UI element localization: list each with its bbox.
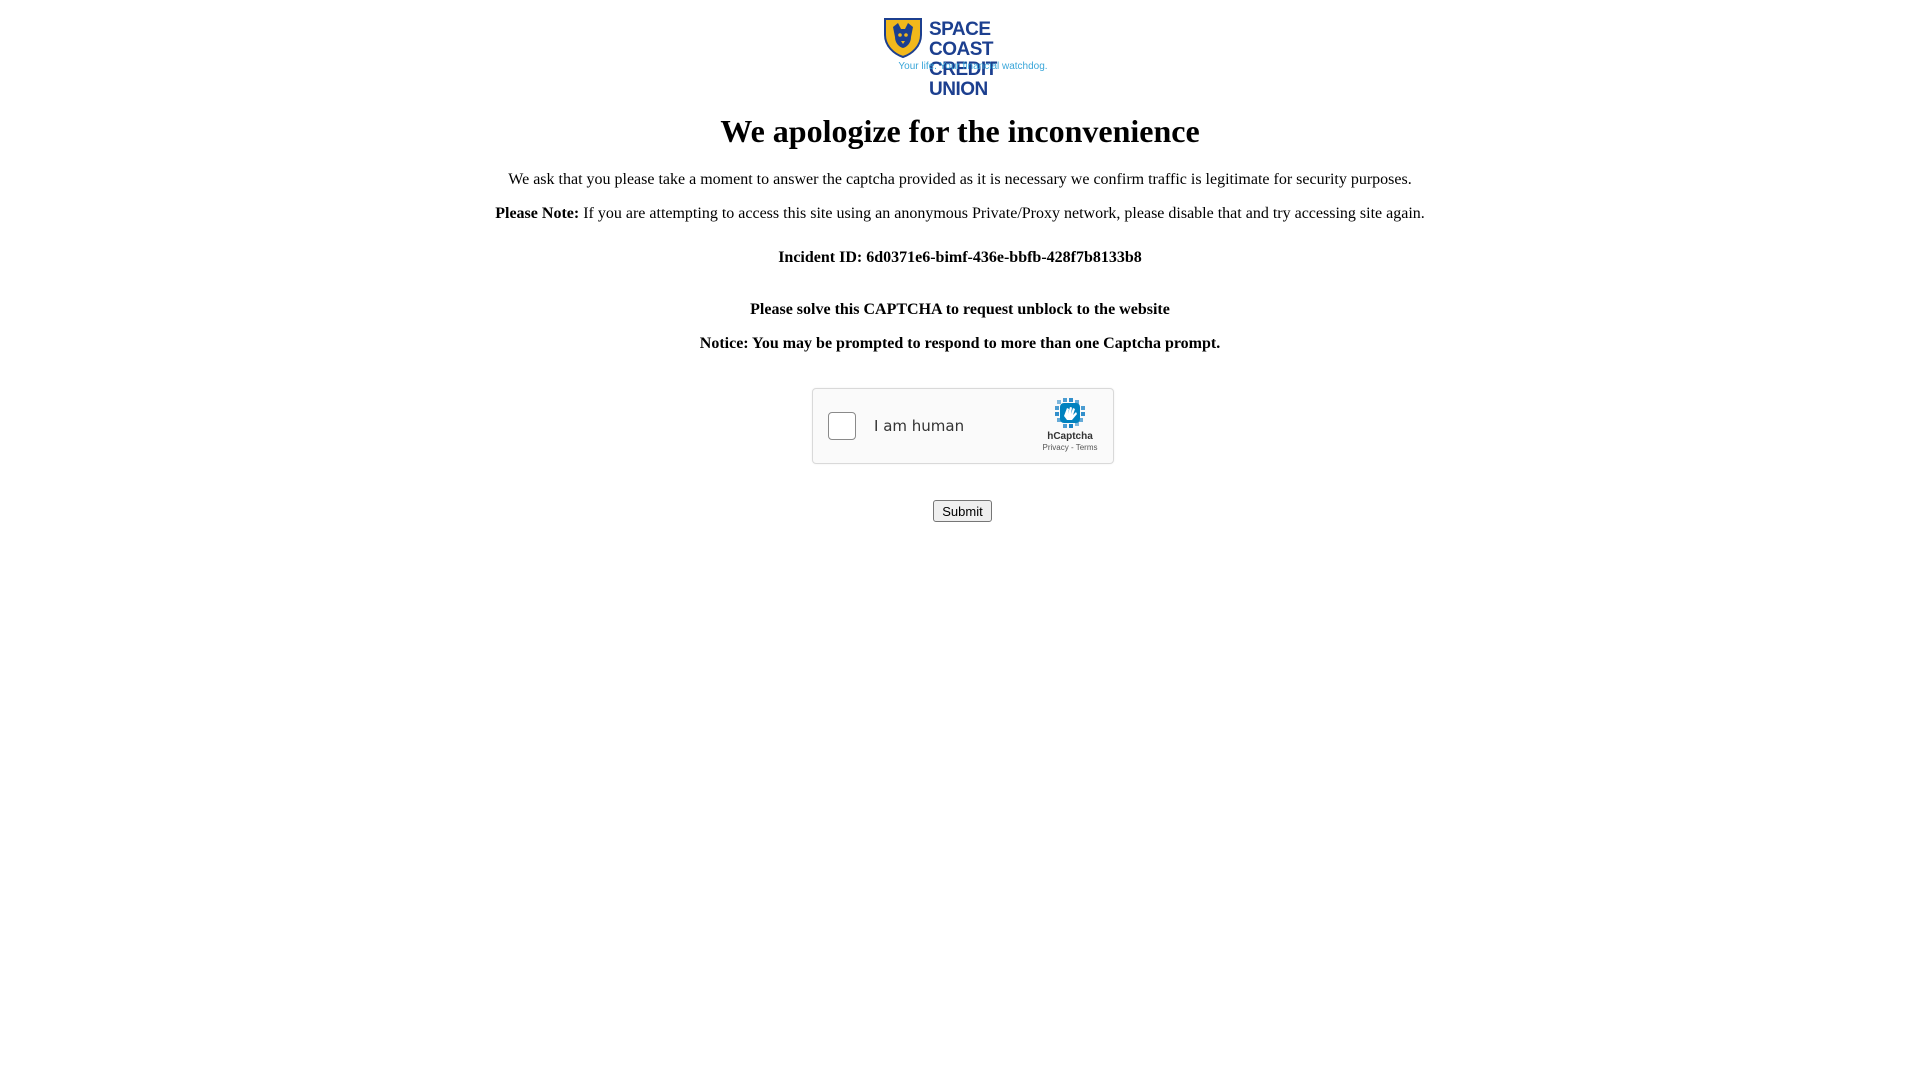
- hcaptcha-widget: I am human hCaptcha Privacy - Terms: [812, 388, 1114, 464]
- captcha-label: I am human: [874, 417, 965, 435]
- privacy-link[interactable]: Privacy: [1043, 443, 1069, 452]
- note-text: Please Note: If you are attempting to ac…: [0, 204, 1920, 224]
- logo-tagline: Your life. Your financial watchdog.: [898, 61, 1048, 72]
- intro-text: We ask that you please take a moment to …: [508, 171, 1412, 188]
- hcaptcha-brand-name: hCaptcha: [1047, 431, 1093, 442]
- hcaptcha-branding: hCaptcha Privacy - Terms: [1037, 396, 1103, 452]
- captcha-notice: Notice: You may be prompted to respond t…: [699, 335, 1221, 352]
- terms-link[interactable]: Terms: [1076, 443, 1098, 452]
- page-title: We apologize for the inconvenience: [720, 113, 1200, 149]
- logo-line-1: SPACE COAST: [929, 19, 994, 60]
- captcha-instruction: Please solve this CAPTCHA to request unb…: [750, 301, 1170, 318]
- page: SPACE COAST CREDIT UNION Your life. Your…: [0, 0, 1920, 1080]
- note-body: If you are attempting to access this sit…: [579, 205, 1425, 222]
- hcaptcha-links: Privacy - Terms: [1037, 443, 1103, 452]
- incident-id: Incident ID: 6d0371e6-bimf-436e-bbfb-428…: [778, 249, 1142, 266]
- watchdog-shield-icon: [884, 18, 922, 59]
- note-label: Please Note:: [495, 205, 580, 222]
- hcaptcha-hand-icon[interactable]: [1053, 396, 1087, 430]
- submit-button[interactable]: Submit: [933, 500, 992, 522]
- site-logo[interactable]: SPACE COAST CREDIT UNION Your life. Your…: [881, 15, 1051, 100]
- logo-wordmark: SPACE COAST CREDIT UNION: [929, 20, 1051, 100]
- links-separator: -: [1068, 443, 1076, 452]
- captcha-checkbox[interactable]: [828, 412, 856, 440]
